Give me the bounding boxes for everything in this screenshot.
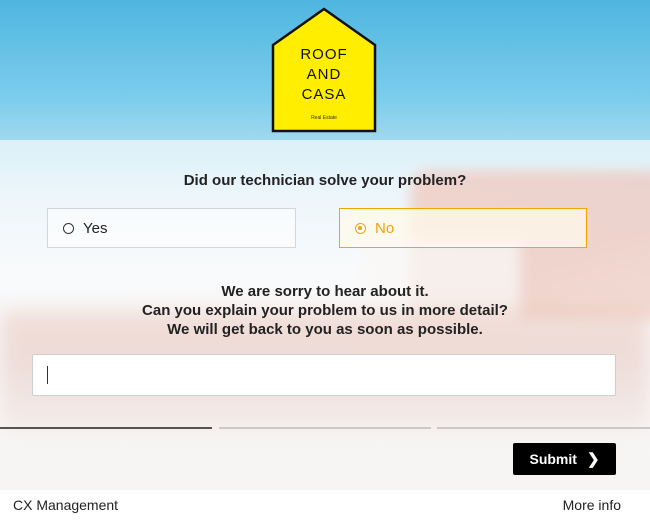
radio-unselected-icon[interactable] [63, 222, 74, 234]
followup-line-2: Can you explain your problem to us in mo… [142, 302, 508, 319]
logo-text-line-2: AND [306, 66, 342, 83]
option-yes[interactable]: Yes [47, 208, 296, 248]
radio-selected-icon[interactable] [355, 222, 366, 234]
progress-step-1 [0, 427, 212, 429]
submit-button[interactable]: Submit ❯ [513, 443, 616, 475]
chevron-right-icon: ❯ [586, 451, 600, 468]
followup-line-1: We are sorry to hear about it. [221, 283, 429, 300]
followup-line-3: We will get back to you as soon as possi… [167, 321, 483, 338]
submit-label: Submit [529, 451, 577, 467]
company-logo: ROOF AND CASA Real Estate [271, 7, 377, 133]
logo-text-line-1: ROOF [300, 46, 348, 63]
problem-details-input[interactable] [32, 354, 616, 396]
progress-step-2 [219, 427, 431, 429]
option-no-label: No [375, 219, 395, 237]
progress-step-3 [437, 427, 650, 429]
logo-text-line-3: CASA [301, 86, 347, 103]
logo-subtitle: Real Estate [311, 115, 337, 121]
survey-question: Did our technician solve your problem? [183, 172, 467, 189]
text-cursor [47, 366, 48, 384]
footer-brand: CX Management [13, 497, 119, 513]
option-no[interactable]: No [339, 208, 587, 248]
more-info-link[interactable]: More info [563, 497, 621, 513]
option-yes-label: Yes [83, 219, 108, 237]
footer: CX Management More info [0, 490, 650, 520]
